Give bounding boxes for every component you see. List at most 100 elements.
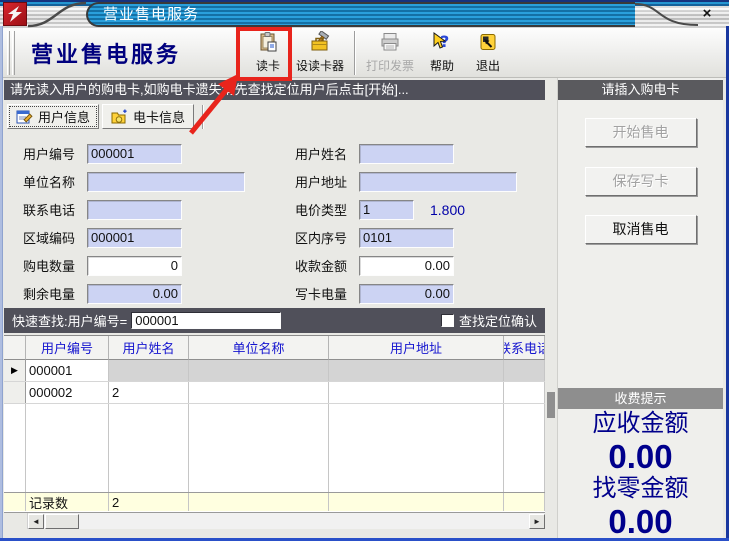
column-header-user-no[interactable]: 用户编号 <box>26 336 109 360</box>
address-input[interactable] <box>359 172 517 192</box>
table-vscroll-thumb[interactable] <box>547 392 555 418</box>
serial-no-label: 区内序号 <box>295 228 359 247</box>
scroll-left-button[interactable]: ◄ <box>28 514 44 529</box>
hscroll-thumb[interactable] <box>45 514 79 529</box>
help-button[interactable]: ? 帮助 <box>419 30 465 76</box>
receivable-amount-label: 应收金额 <box>558 409 723 439</box>
user-name-input[interactable] <box>359 144 454 164</box>
record-count-value: 2 <box>109 493 189 511</box>
remain-qty-input[interactable] <box>87 284 182 304</box>
title-bar: 营业售电服务 × <box>0 0 729 28</box>
help-label: 帮助 <box>430 57 454 74</box>
toolbar-grip <box>7 31 10 75</box>
column-header-unit-name[interactable]: 单位名称 <box>189 336 329 360</box>
toolbar-grip <box>12 31 15 75</box>
save-write-card-button[interactable]: 保存写卡 <box>585 167 697 196</box>
table-hscrollbar: ◄ ► <box>4 512 545 529</box>
table-cell[interactable] <box>504 360 545 381</box>
user-info-form: 用户编号 单位名称 联系电话 区域编码 购电数量 剩余电量 <box>3 129 545 308</box>
tab-separator <box>202 105 204 129</box>
user-no-label: 用户编号 <box>23 144 87 163</box>
window-border-left <box>0 26 3 541</box>
address-label: 用户地址 <box>295 172 359 191</box>
table-header-selector <box>4 336 26 360</box>
table-header-row: 用户编号 用户姓名 单位名称 用户地址 联系电话 <box>4 336 545 360</box>
remain-qty-label: 剩余电量 <box>23 284 87 303</box>
table-row[interactable]: 000002 2 <box>4 382 545 404</box>
window-title: 营业售电服务 <box>86 2 635 27</box>
page-title: 营业售电服务 <box>31 37 233 69</box>
quick-search-bar: 快速查找:用户编号= 查找定位确认 <box>4 308 545 333</box>
user-info-form-icon <box>16 109 33 125</box>
card-info-folder-icon <box>111 109 128 125</box>
hscrollbar-gap <box>4 513 28 529</box>
set-card-reader-button[interactable]: 设读卡器 <box>291 30 349 76</box>
search-confirm-checkbox[interactable] <box>441 314 454 327</box>
print-invoice-icon <box>379 31 401 56</box>
tab-card-info[interactable]: 电卡信息 <box>102 104 194 129</box>
read-card-button[interactable]: 读卡 <box>245 30 291 76</box>
action-pane: 请插入购电卡 开始售电 保存写卡 取消售电 收费提示 应收金额 0.00 找零金… <box>557 78 723 538</box>
exit-button[interactable]: 退出 <box>465 30 511 76</box>
help-icon: ? <box>431 31 453 56</box>
record-count-label: 记录数 <box>26 493 109 511</box>
fee-hint-panel: 应收金额 0.00 找零金额 0.00 <box>558 409 723 539</box>
fee-hint-header: 收费提示 <box>558 388 723 409</box>
phone-label: 联系电话 <box>23 200 87 219</box>
table-row[interactable]: ▶ 000001 <box>4 360 545 382</box>
scroll-right-button[interactable]: ► <box>529 514 545 529</box>
tab-user-info[interactable]: 用户信息 <box>7 104 99 129</box>
price-rate-value: 1.800 <box>430 202 465 218</box>
table-cell[interactable] <box>109 360 189 381</box>
print-invoice-button[interactable]: 打印发票 <box>361 30 419 76</box>
row-selector <box>4 382 26 403</box>
change-amount-value: 0.00 <box>558 504 723 539</box>
main-toolbar: 营业售电服务 读卡 <box>3 28 726 78</box>
unit-name-label: 单位名称 <box>23 172 87 191</box>
table-cell[interactable] <box>504 382 545 403</box>
app-logo-icon <box>3 2 27 26</box>
exit-label: 退出 <box>476 57 500 74</box>
toolbar-separator <box>354 31 356 75</box>
price-type-input[interactable] <box>359 200 414 220</box>
column-header-phone[interactable]: 联系电话 <box>504 336 545 360</box>
phone-input[interactable] <box>87 200 182 220</box>
amount-input[interactable] <box>359 256 454 276</box>
cancel-sale-button[interactable]: 取消售电 <box>585 215 697 244</box>
quick-search-label: 快速查找:用户编号= <box>12 311 127 330</box>
column-header-address[interactable]: 用户地址 <box>329 336 504 360</box>
serial-no-input[interactable] <box>359 228 454 248</box>
unit-name-input[interactable] <box>87 172 245 192</box>
table-cell[interactable]: 000001 <box>26 360 109 381</box>
user-name-label: 用户姓名 <box>295 144 359 163</box>
start-sale-button[interactable]: 开始售电 <box>585 118 697 147</box>
print-invoice-label: 打印发票 <box>366 57 414 74</box>
set-card-reader-label: 设读卡器 <box>296 57 344 74</box>
column-header-user-name[interactable]: 用户姓名 <box>109 336 189 360</box>
tab-user-info-label: 用户信息 <box>38 107 90 126</box>
quick-search-input[interactable] <box>131 312 281 329</box>
table-cell[interactable]: 000002 <box>26 382 109 403</box>
table-cell[interactable] <box>329 382 504 403</box>
read-card-label: 读卡 <box>256 57 280 74</box>
main-pane: 请先读入用户的购电卡,如购电卡遗失请先查找定位用户后点击[开始]... 用户信息 <box>3 78 545 538</box>
buy-qty-input[interactable] <box>87 256 182 276</box>
buy-qty-label: 购电数量 <box>23 256 87 275</box>
user-no-input[interactable] <box>87 144 182 164</box>
area-code-input[interactable] <box>87 228 182 248</box>
tab-card-info-label: 电卡信息 <box>133 107 185 126</box>
exit-icon <box>477 31 499 56</box>
user-table: 用户编号 用户姓名 单位名称 用户地址 联系电话 ▶ 000001 000002… <box>4 335 545 512</box>
card-reader-settings-icon <box>309 31 331 56</box>
close-button[interactable]: × <box>698 5 716 23</box>
table-cell[interactable] <box>329 360 504 381</box>
status-message-bar: 请先读入用户的购电卡,如购电卡遗失请先查找定位用户后点击[开始]... <box>4 80 545 100</box>
table-cell[interactable]: 2 <box>109 382 189 403</box>
current-row-marker: ▶ <box>4 360 26 381</box>
table-cell[interactable] <box>189 360 329 381</box>
table-footer-row: 记录数 2 <box>4 492 545 511</box>
amount-label: 收款金额 <box>295 256 359 275</box>
table-cell[interactable] <box>189 382 329 403</box>
table-empty-area <box>4 404 545 492</box>
write-qty-input[interactable] <box>359 284 454 304</box>
